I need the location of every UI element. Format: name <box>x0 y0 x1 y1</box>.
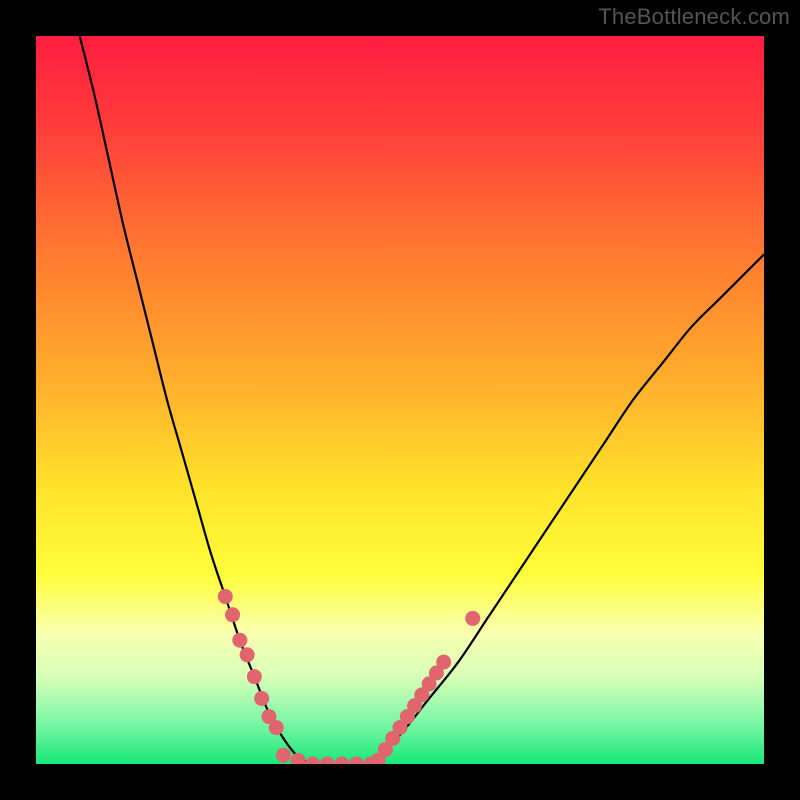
chart-frame <box>764 0 800 800</box>
data-dot <box>232 633 247 648</box>
data-dot <box>269 720 284 735</box>
data-dot <box>276 748 291 763</box>
data-dot <box>465 611 480 626</box>
chart-frame <box>0 764 800 800</box>
chart-frame <box>0 0 36 800</box>
plot-background <box>36 36 764 764</box>
data-dot <box>225 607 240 622</box>
data-dot <box>218 589 233 604</box>
watermark-text: TheBottleneck.com <box>598 4 790 30</box>
data-dot <box>254 691 269 706</box>
bottleneck-chart <box>0 0 800 800</box>
data-dot <box>436 655 451 670</box>
data-dot <box>240 647 255 662</box>
data-dot <box>247 669 262 684</box>
